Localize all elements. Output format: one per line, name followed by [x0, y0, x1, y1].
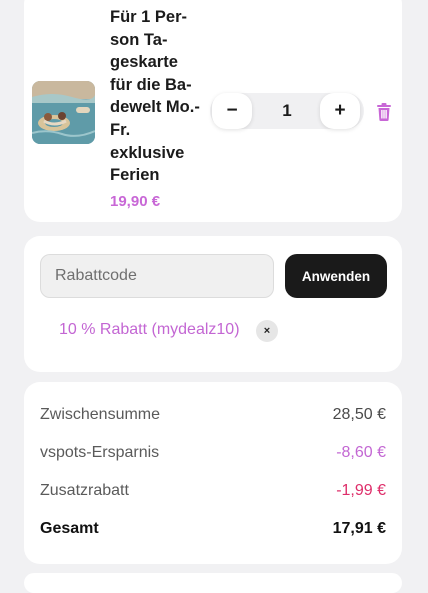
apply-coupon-button[interactable]: Anwenden: [285, 254, 387, 298]
subtotal-value: 28,50 €: [332, 406, 386, 423]
subtotal-row: Zwischensumme 28,50 €: [40, 404, 386, 426]
coupon-card: Anwenden 10 % Rabatt (mydealz10) ×: [24, 236, 402, 372]
product-thumbnail[interactable]: [32, 81, 95, 144]
trash-icon[interactable]: [376, 103, 392, 121]
increase-quantity-button[interactable]: +: [320, 93, 360, 129]
product-title[interactable]: Für 1 Per­son Ta­geskarte für die Ba­dew…: [110, 6, 202, 187]
savings-row: vspots-Ersparnis -8,60 €: [40, 442, 386, 464]
extra-discount-label: Zusatzrabatt: [40, 482, 129, 499]
quantity-value: 1: [282, 101, 292, 120]
cart-item-card: Für 1 Per­son Ta­geskarte für die Ba­dew…: [24, 0, 402, 222]
coupon-code-input[interactable]: [40, 254, 274, 298]
pool-photo: [32, 81, 95, 144]
savings-value: -8,60 €: [336, 444, 386, 461]
decrease-quantity-button[interactable]: −: [212, 93, 252, 129]
applied-coupon-label: 10 % Rabatt (mydealz10): [59, 321, 240, 338]
total-label: Gesamt: [40, 520, 99, 537]
next-card-edge: [24, 573, 402, 593]
extra-discount-value: -1,99 €: [336, 482, 386, 499]
remove-coupon-button[interactable]: ×: [256, 320, 278, 342]
extra-discount-row: Zusatzrabatt -1,99 €: [40, 480, 386, 502]
total-value: 17,91 €: [332, 520, 386, 537]
product-price: 19,90 €: [110, 193, 161, 210]
subtotal-label: Zwischensumme: [40, 406, 161, 423]
order-summary-card: Zwischensumme 28,50 € vspots-Ersparnis -…: [24, 382, 402, 564]
total-row: Gesamt 17,91 €: [40, 518, 386, 540]
quantity-stepper: − 1 +: [210, 93, 364, 129]
savings-label: vspots-Ersparnis: [40, 444, 160, 461]
